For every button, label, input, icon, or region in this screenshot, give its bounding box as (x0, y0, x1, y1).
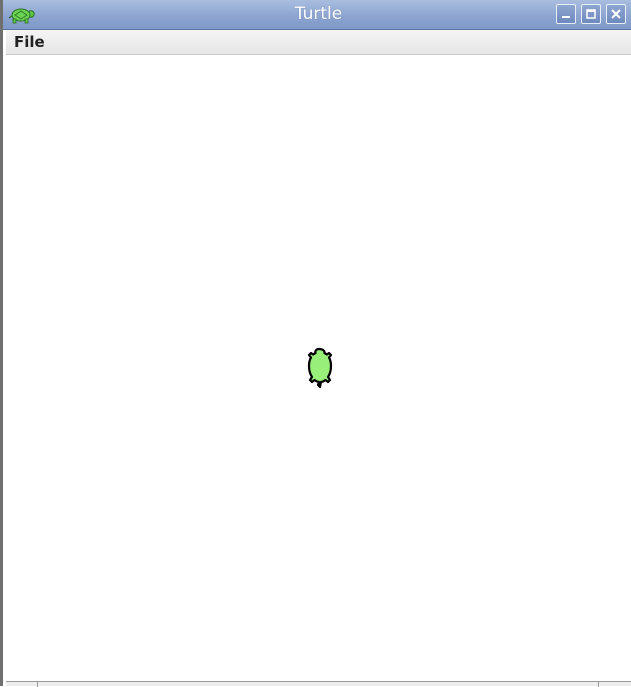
minimize-icon (562, 16, 570, 18)
maximize-icon (586, 9, 596, 19)
window-title: Turtle (294, 4, 343, 24)
turtle-icon (303, 347, 335, 389)
maximize-button[interactable] (581, 4, 601, 24)
window-bottom-edge (6, 681, 631, 687)
close-button[interactable] (606, 4, 626, 24)
menu-bar: File (6, 30, 631, 55)
menu-file[interactable]: File (10, 32, 49, 52)
app-window: Turtle File (0, 0, 631, 687)
minimize-button[interactable] (556, 4, 576, 24)
title-bar[interactable]: Turtle (3, 0, 631, 30)
turtle-canvas[interactable] (6, 55, 631, 681)
close-icon (611, 9, 621, 19)
